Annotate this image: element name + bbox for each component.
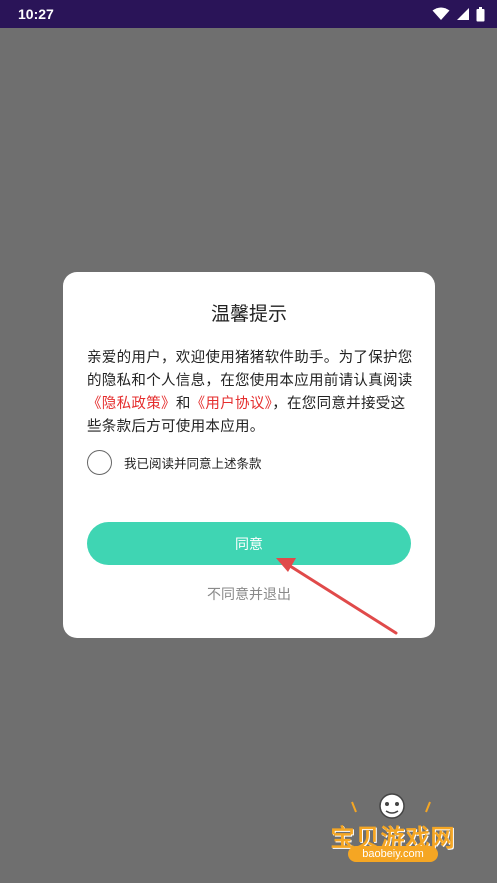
status-time: 10:27 (18, 6, 54, 22)
privacy-policy-link[interactable]: 《隐私政策》 (87, 396, 176, 412)
status-icons (432, 6, 485, 22)
signal-icon (457, 8, 469, 20)
agree-button[interactable]: 同意 (87, 522, 411, 565)
disagree-exit-button[interactable]: 不同意并退出 (63, 584, 435, 604)
dialog-body: 亲爱的用户，欢迎使用猪猪软件助手。为了保护您的隐私和个人信息，在您使用本应用前请… (87, 347, 417, 439)
privacy-dialog: 温馨提示 亲爱的用户，欢迎使用猪猪软件助手。为了保护您的隐私和个人信息，在您使用… (63, 272, 435, 638)
watermark-logo: 宝贝游戏网 baobeiy.com (318, 790, 468, 870)
user-agreement-link[interactable]: 《用户协议》 (191, 396, 273, 412)
agree-checkbox-row[interactable]: 我已阅读并同意上述条款 (87, 450, 262, 475)
status-bar: 10:27 (0, 0, 497, 28)
wifi-icon (432, 7, 450, 20)
watermark-url: baobeiy.com (348, 846, 438, 862)
agree-checkbox-label[interactable]: 我已阅读并同意上述条款 (124, 453, 262, 472)
battery-icon (476, 6, 485, 21)
body-text-1: 亲爱的用户，欢迎使用猪猪软件助手。为了保护您的隐私和个人信息，在您使用本应用前请… (87, 350, 413, 389)
agree-checkbox[interactable] (87, 450, 112, 475)
dialog-title: 温馨提示 (210, 303, 287, 325)
body-text-and: 和 (175, 396, 191, 412)
